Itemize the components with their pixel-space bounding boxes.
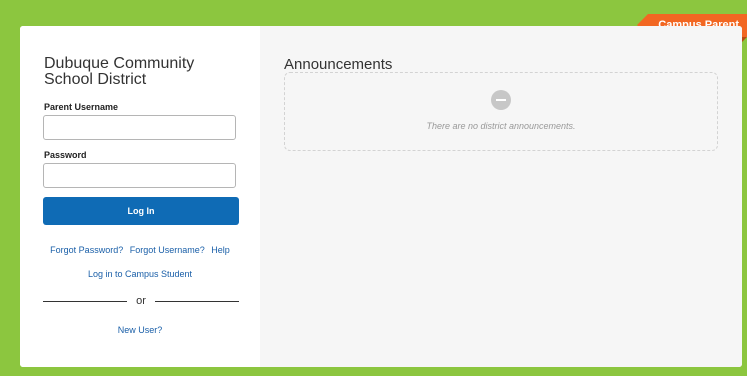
forgot-password-link[interactable]: Forgot Password? [50,245,123,255]
empty-announcements-message: There are no district announcements. [426,121,576,131]
password-label: Password [44,150,87,160]
announcements-panel: Announcements There are no district anno… [260,26,742,367]
help-links: Forgot Password? Forgot Username? Help [20,245,260,255]
username-input[interactable] [43,115,236,140]
or-text: or [136,295,146,307]
new-user-link[interactable]: New User? [118,325,163,335]
forgot-username-link[interactable]: Forgot Username? [130,245,205,255]
no-entry-icon [491,90,511,110]
login-card: Dubuque Community School District Parent… [20,26,742,367]
divider-line-left [43,300,128,302]
log-in-button[interactable]: Log In [43,197,239,225]
district-name: Dubuque Community School District [44,55,195,88]
password-input[interactable] [43,163,236,188]
new-user-row: New User? [20,325,260,335]
divider-line-right [154,300,239,302]
campus-student-row: Log in to Campus Student [20,269,260,279]
login-panel: Dubuque Community School District Parent… [20,26,260,367]
campus-student-link[interactable]: Log in to Campus Student [88,269,192,279]
announcements-title: Announcements [284,56,393,73]
help-link[interactable]: Help [211,245,230,255]
username-label: Parent Username [44,102,119,112]
or-divider: or [43,294,239,308]
announcements-box: There are no district announcements. [284,72,718,151]
